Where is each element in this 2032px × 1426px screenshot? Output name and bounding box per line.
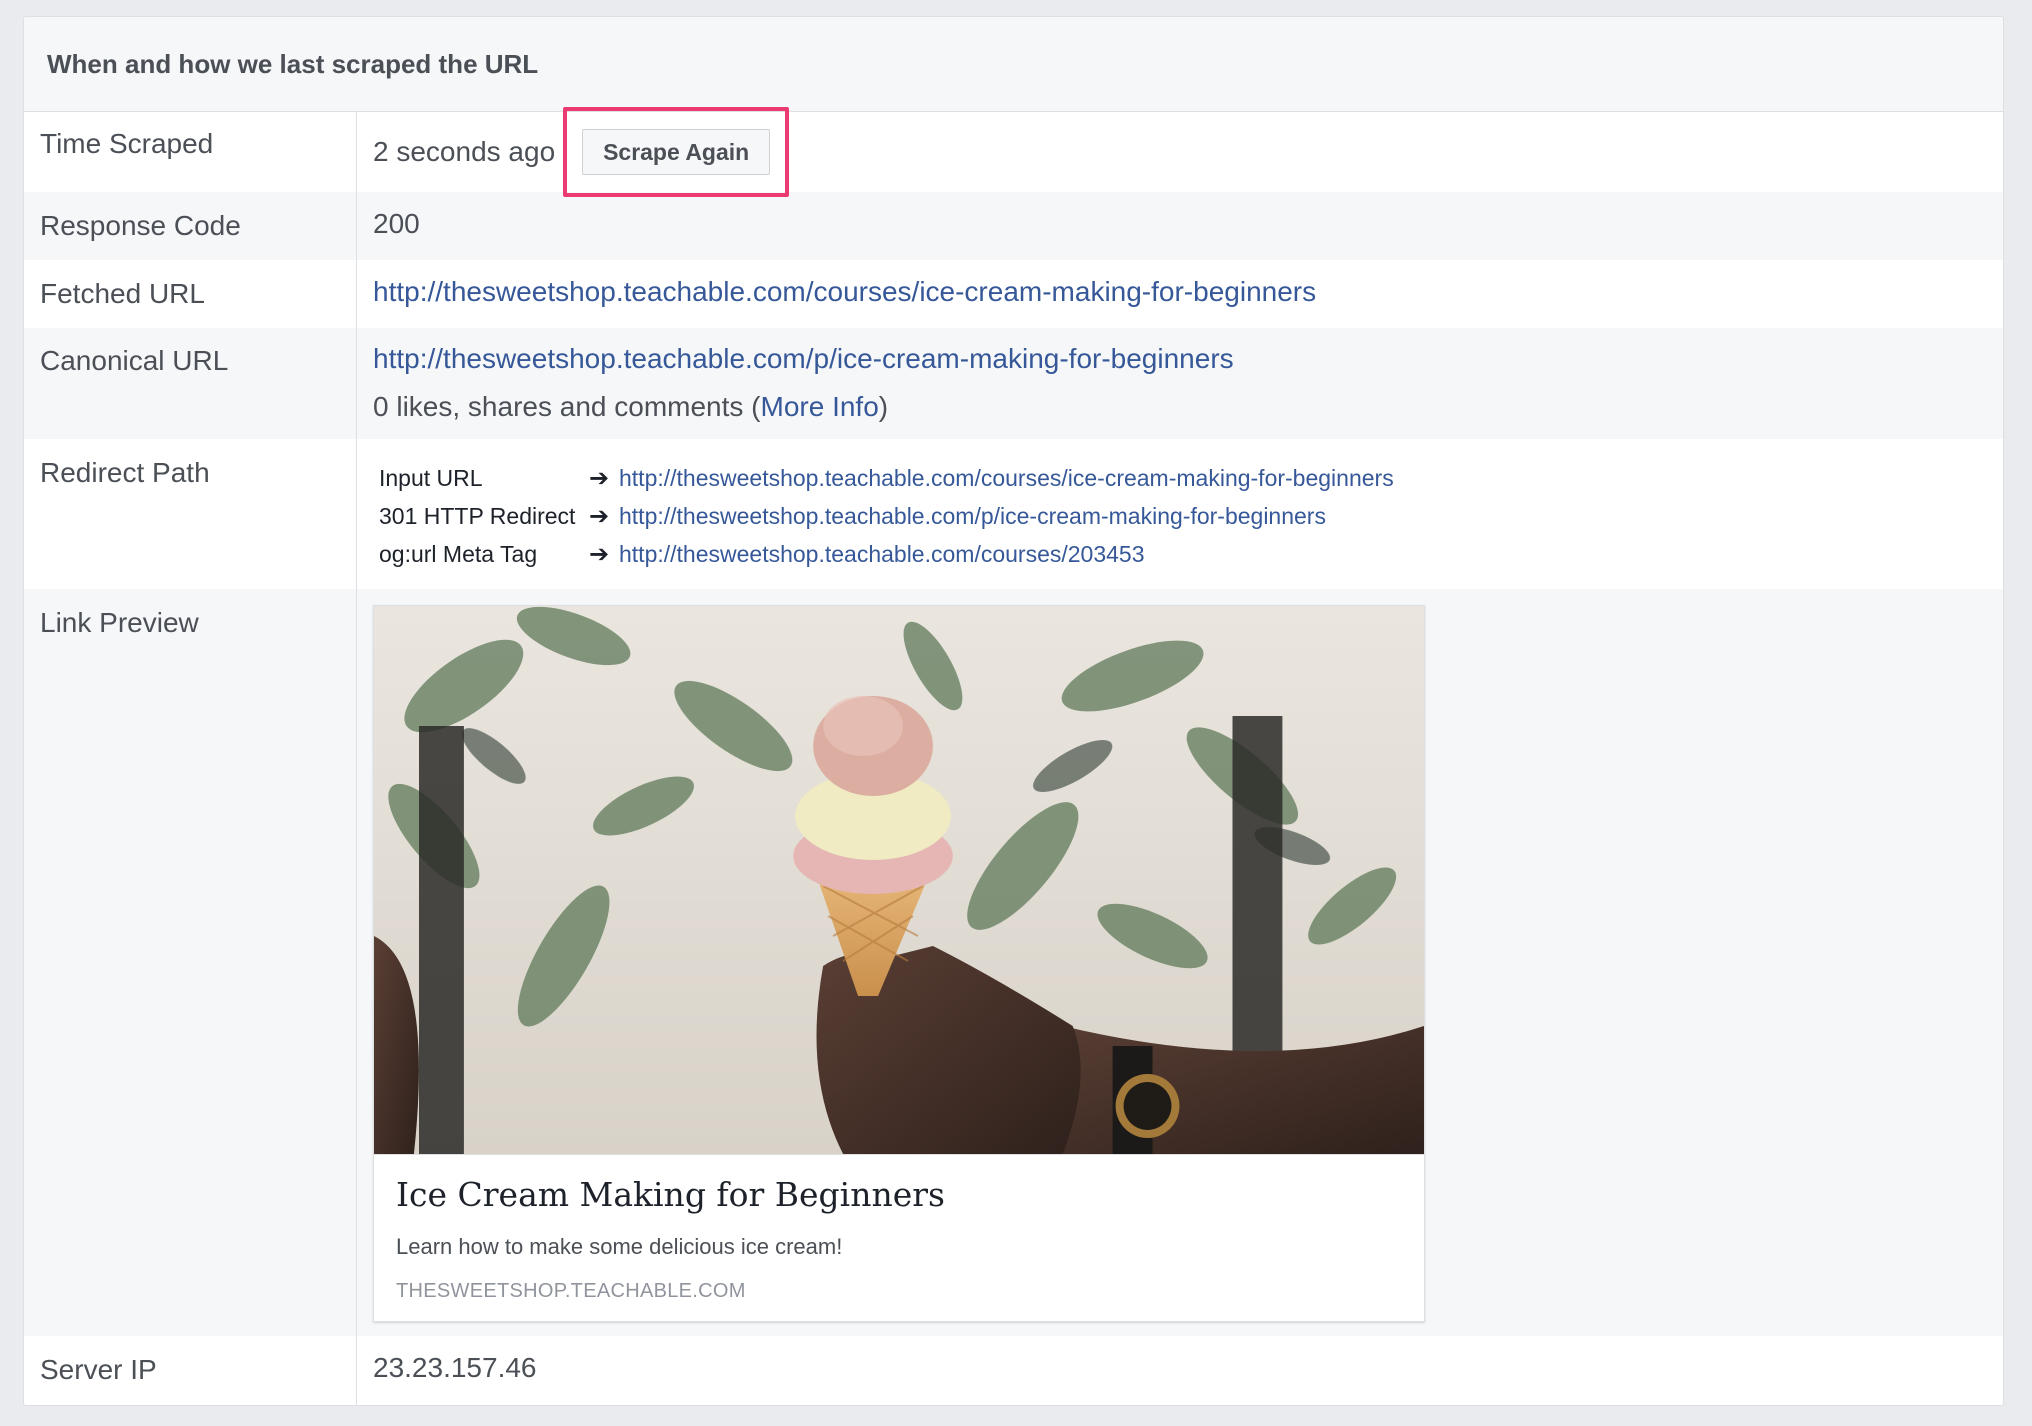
- redirect-item: 301 HTTP Redirect ➔ http://thesweetshop.…: [379, 497, 2003, 535]
- row-value: 2 seconds ago Scrape Again: [357, 107, 2003, 197]
- row-fetched-url: Fetched URL http://thesweetshop.teachabl…: [24, 260, 2003, 328]
- row-label: Response Code: [24, 192, 357, 260]
- preview-body: Ice Cream Making for Beginners Learn how…: [374, 1155, 1424, 1321]
- time-scraped-value: 2 seconds ago: [373, 136, 556, 167]
- preview-description: Learn how to make some delicious ice cre…: [396, 1234, 843, 1259]
- scrape-again-button[interactable]: Scrape Again: [582, 129, 771, 175]
- redirect-url-link[interactable]: http://thesweetshop.teachable.com/course…: [619, 465, 1394, 492]
- row-value: http://thesweetshop.teachable.com/course…: [357, 260, 2003, 328]
- redirect-list: Input URL ➔ http://thesweetshop.teachabl…: [379, 459, 2003, 573]
- engagement-suffix: ): [878, 391, 889, 422]
- row-response-code: Response Code 200: [24, 192, 2003, 260]
- redirect-type: Input URL: [379, 464, 483, 491]
- row-label: Redirect Path: [24, 439, 357, 589]
- fetched-url-link[interactable]: http://thesweetshop.teachable.com/course…: [373, 276, 1316, 307]
- engagement-prefix: 0 likes, shares and comments (: [373, 391, 761, 422]
- row-label: Fetched URL: [24, 260, 357, 328]
- row-link-preview: Link Preview Ice Cream Making for Beginn…: [24, 589, 2003, 1336]
- more-info-link[interactable]: More Info: [761, 391, 879, 422]
- server-ip-value: 23.23.157.46: [373, 1352, 537, 1383]
- redirect-url-link[interactable]: http://thesweetshop.teachable.com/course…: [619, 541, 1145, 568]
- redirect-type: 301 HTTP Redirect: [379, 502, 576, 529]
- row-redirect-path: Redirect Path Input URL ➔ http://theswee…: [24, 439, 2003, 589]
- row-label: Time Scraped: [24, 112, 357, 192]
- row-label: Link Preview: [24, 589, 357, 1336]
- preview-title: Ice Cream Making for Beginners: [396, 1175, 945, 1214]
- redirect-item: Input URL ➔ http://thesweetshop.teachabl…: [379, 459, 2003, 497]
- arrow-right-icon: ➔: [589, 464, 610, 492]
- arrow-right-icon: ➔: [589, 502, 610, 530]
- row-label: Canonical URL: [24, 328, 357, 439]
- preview-image: [374, 606, 1424, 1155]
- highlight-box: Scrape Again: [563, 107, 790, 197]
- canonical-url-link[interactable]: http://thesweetshop.teachable.com/p/ice-…: [373, 343, 1234, 374]
- redirect-item: og:url Meta Tag ➔ http://thesweetshop.te…: [379, 535, 2003, 573]
- link-preview-card[interactable]: Ice Cream Making for Beginners Learn how…: [373, 605, 1425, 1322]
- row-value: Ice Cream Making for Beginners Learn how…: [357, 589, 2003, 1336]
- redirect-type: og:url Meta Tag: [379, 540, 538, 567]
- response-code-value: 200: [373, 208, 420, 239]
- row-canonical-url: Canonical URL http://thesweetshop.teacha…: [24, 328, 2003, 439]
- preview-domain: THESWEETSHOP.TEACHABLE.COM: [396, 1280, 746, 1302]
- redirect-url-link[interactable]: http://thesweetshop.teachable.com/p/ice-…: [619, 503, 1326, 530]
- scrape-info-panel: When and how we last scraped the URL Tim…: [23, 16, 2004, 1406]
- row-server-ip: Server IP 23.23.157.46: [24, 1336, 2003, 1405]
- arrow-right-icon: ➔: [589, 540, 610, 568]
- row-label: Server IP: [24, 1336, 357, 1405]
- row-value: Input URL ➔ http://thesweetshop.teachabl…: [357, 439, 2003, 589]
- row-time-scraped: Time Scraped 2 seconds ago Scrape Again: [24, 107, 2003, 197]
- panel-title: When and how we last scraped the URL: [24, 17, 2003, 112]
- info-table: Time Scraped 2 seconds ago Scrape Again …: [24, 107, 2003, 1405]
- row-value: http://thesweetshop.teachable.com/p/ice-…: [357, 328, 2003, 439]
- engagement-text: 0 likes, shares and comments (More Info): [373, 391, 2003, 423]
